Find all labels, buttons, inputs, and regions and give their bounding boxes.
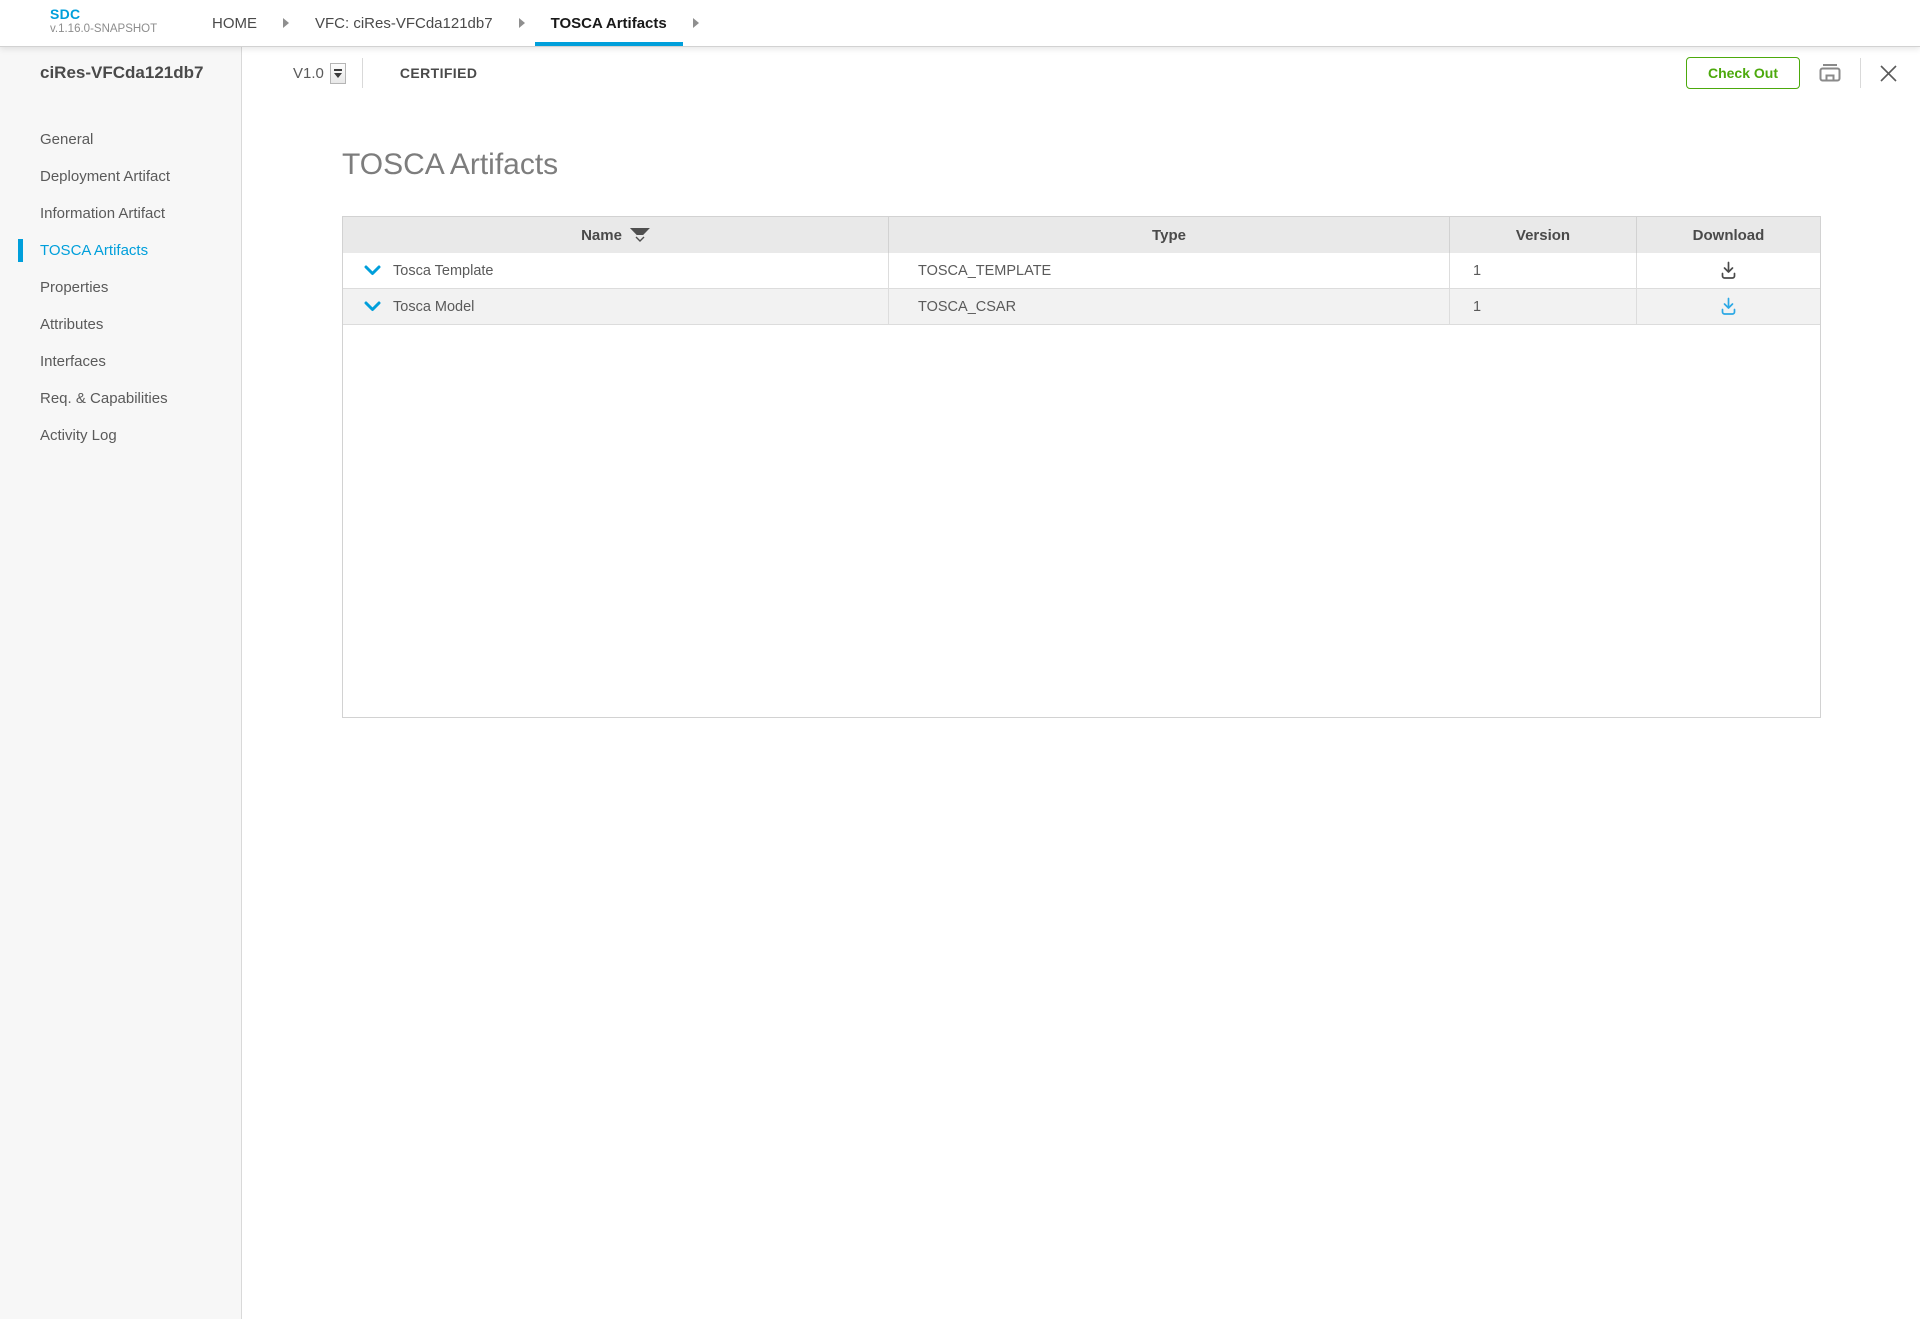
tab-home-label: HOME [212, 15, 257, 32]
artifact-version: 1 [1473, 263, 1481, 279]
header-strip: V1.0 CERTIFIED Check Out [243, 46, 1920, 100]
table-row-tosca-model[interactable]: Tosca Model TOSCA_CSAR 1 [343, 289, 1820, 325]
top-bar: SDC v.1.16.0-SNAPSHOT HOME VFC: ciRes-VF… [0, 0, 1920, 46]
sidebar-item-interfaces[interactable]: Interfaces [0, 343, 241, 380]
sidebar-nav: General Deployment Artifact Information … [0, 121, 241, 454]
artifact-type: TOSCA_CSAR [918, 299, 1016, 315]
left-sidebar: ciRes-VFCda121db7 General Deployment Art… [0, 46, 242, 1319]
column-header-type-label: Type [1152, 227, 1186, 244]
caret-right-icon [519, 18, 525, 28]
artifact-version: 1 [1473, 299, 1481, 315]
print-icon[interactable] [1818, 62, 1842, 84]
spinner-up-icon [334, 69, 342, 71]
column-header-version-label: Version [1516, 227, 1570, 244]
page-title: TOSCA Artifacts [342, 145, 1920, 185]
tab-vfc-label: VFC: ciRes-VFCda121db7 [315, 15, 493, 32]
version-cell: 1 [1450, 253, 1637, 288]
sidebar-item-attributes[interactable]: Attributes [0, 306, 241, 343]
sidebar-item-tosca-artifacts[interactable]: TOSCA Artifacts [0, 232, 241, 269]
sdc-logo[interactable]: SDC v.1.16.0-SNAPSHOT [50, 6, 157, 35]
divider [1860, 58, 1861, 88]
artifact-name: Tosca Model [393, 299, 474, 315]
caret-right-icon [693, 18, 699, 28]
artifact-name: Tosca Template [393, 263, 493, 279]
sidebar-item-deployment-artifact[interactable]: Deployment Artifact [0, 158, 241, 195]
column-header-version[interactable]: Version [1450, 217, 1637, 253]
version-cell: 1 [1450, 289, 1637, 324]
column-header-name[interactable]: Name [343, 217, 889, 253]
tab-tosca-artifacts-label: TOSCA Artifacts [551, 15, 667, 32]
sort-triangle [630, 228, 650, 235]
type-cell: TOSCA_CSAR [889, 289, 1450, 324]
sort-icon [630, 228, 650, 242]
download-cell [1637, 253, 1820, 288]
sidebar-item-general[interactable]: General [0, 121, 241, 158]
breadcrumb: HOME VFC: ciRes-VFCda121db7 TOSCA Artifa… [196, 0, 709, 46]
sidebar-item-properties[interactable]: Properties [0, 269, 241, 306]
type-cell: TOSCA_TEMPLATE [889, 253, 1450, 288]
version-group: V1.0 CERTIFIED [293, 46, 477, 100]
close-icon[interactable] [1879, 64, 1898, 83]
download-cell [1637, 289, 1820, 324]
main-content: TOSCA Artifacts Name Type Version Downlo… [243, 100, 1920, 1319]
tab-vfc[interactable]: VFC: ciRes-VFCda121db7 [299, 0, 509, 46]
download-icon[interactable] [1719, 261, 1738, 280]
sidebar-item-information-artifact[interactable]: Information Artifact [0, 195, 241, 232]
sidebar-item-activity-log[interactable]: Activity Log [0, 417, 241, 454]
chevron-down-icon[interactable] [364, 265, 381, 276]
column-header-type[interactable]: Type [889, 217, 1450, 253]
tab-tosca-artifacts[interactable]: TOSCA Artifacts [535, 0, 683, 46]
logo-title: SDC [50, 6, 157, 22]
sidebar-item-req-capabilities[interactable]: Req. & Capabilities [0, 380, 241, 417]
status-badge: CERTIFIED [400, 65, 478, 81]
column-header-download-label: Download [1693, 227, 1765, 244]
version-select[interactable] [330, 63, 346, 84]
table-header-row: Name Type Version Download [343, 217, 1820, 253]
spinner-down-icon [334, 73, 342, 78]
tab-home[interactable]: HOME [196, 0, 273, 46]
chevron-down-icon[interactable] [364, 301, 381, 312]
artifact-type: TOSCA_TEMPLATE [918, 263, 1051, 279]
divider [362, 58, 363, 88]
download-icon[interactable] [1719, 297, 1738, 316]
caret-right-icon [283, 18, 289, 28]
column-header-download[interactable]: Download [1637, 217, 1820, 253]
check-out-button[interactable]: Check Out [1686, 57, 1800, 89]
name-cell: Tosca Template [343, 253, 889, 288]
table-row-tosca-template[interactable]: Tosca Template TOSCA_TEMPLATE 1 [343, 253, 1820, 289]
entity-name: ciRes-VFCda121db7 [0, 46, 241, 100]
header-actions: Check Out [1686, 46, 1898, 100]
logo-version: v.1.16.0-SNAPSHOT [50, 23, 157, 35]
name-cell: Tosca Model [343, 289, 889, 324]
tosca-artifacts-table: Name Type Version Download [342, 216, 1821, 718]
version-value: V1.0 [293, 65, 324, 82]
column-header-name-label: Name [581, 227, 622, 244]
